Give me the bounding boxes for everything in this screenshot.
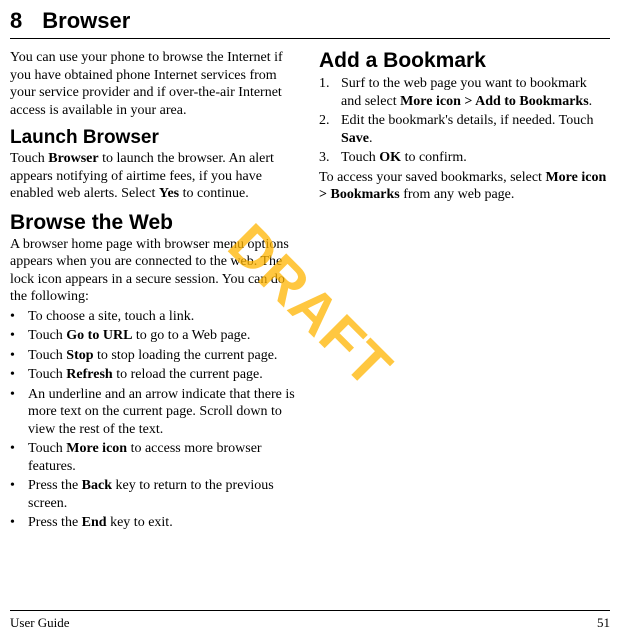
- list-item: • Touch Refresh to reload the current pa…: [10, 366, 301, 384]
- content-columns: You can use your phone to browse the Int…: [10, 49, 610, 532]
- bookmark-steps-list: 1. Surf to the web page you want to book…: [319, 75, 610, 167]
- right-column: Add a Bookmark 1. Surf to the web page y…: [319, 49, 610, 532]
- list-item: • Press the Back key to return to the pr…: [10, 477, 301, 512]
- page-footer: User Guide 51: [10, 610, 610, 631]
- list-item: • Press the End key to exit.: [10, 514, 301, 532]
- list-item: • Touch Go to URL to go to a Web page.: [10, 327, 301, 345]
- launch-browser-heading: Launch Browser: [10, 127, 301, 149]
- list-item: • An underline and an arrow indicate tha…: [10, 386, 301, 439]
- left-column: You can use your phone to browse the Int…: [10, 49, 301, 532]
- browse-bullet-list: • To choose a site, touch a link. • Touc…: [10, 308, 301, 532]
- list-item: • Touch Stop to stop loading the current…: [10, 347, 301, 365]
- bookmark-tail-paragraph: To access your saved bookmarks, select M…: [319, 169, 610, 204]
- footer-page-number: 51: [597, 615, 610, 631]
- list-item: 1. Surf to the web page you want to book…: [319, 75, 610, 110]
- intro-paragraph: You can use your phone to browse the Int…: [10, 49, 301, 119]
- list-item: • Touch More icon to access more browser…: [10, 440, 301, 475]
- list-item: • To choose a site, touch a link.: [10, 308, 301, 326]
- add-bookmark-heading: Add a Bookmark: [319, 49, 610, 73]
- page: 8Browser DRAFT You can use your phone to…: [0, 0, 620, 637]
- browse-intro-paragraph: A browser home page with browser menu op…: [10, 236, 301, 306]
- footer-left: User Guide: [10, 615, 70, 631]
- chapter-title: 8 Browser: [10, 8, 610, 34]
- chapter-name: Browser: [42, 8, 130, 33]
- launch-browser-paragraph: Touch Browser to launch the browser. An …: [10, 150, 301, 203]
- chapter-number: 8: [10, 8, 22, 33]
- browse-web-heading: Browse the Web: [10, 211, 301, 235]
- list-item: 2. Edit the bookmark's details, if neede…: [319, 112, 610, 147]
- chapter-header: 8 Browser: [10, 8, 610, 39]
- list-item: 3. Touch OK to confirm.: [319, 149, 610, 167]
